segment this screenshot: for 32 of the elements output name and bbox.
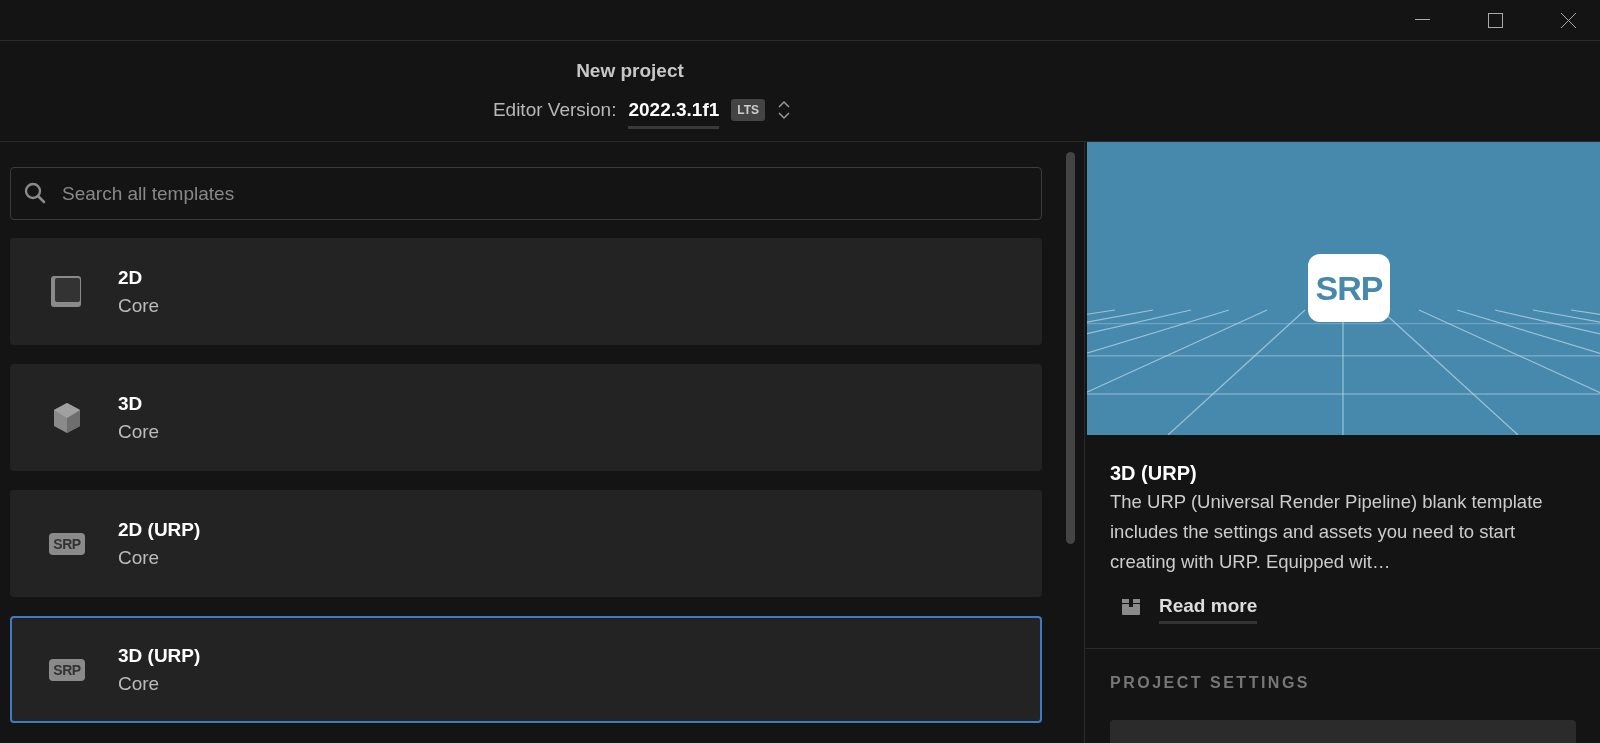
version-selector[interactable]: 2022.3.1f1 [628, 99, 720, 129]
close-button[interactable] [1561, 12, 1576, 28]
srp-badge: SRP [49, 532, 85, 555]
template-title: 3D (URP) [1110, 461, 1198, 486]
srp-logo: SRP [1308, 254, 1390, 322]
section-heading: PROJECT SETTINGS [1110, 674, 1312, 692]
template-category: Core [118, 294, 160, 317]
read-more-link[interactable]: Read more [1159, 595, 1258, 624]
template-category: Core [118, 546, 161, 569]
template-category: Core [118, 672, 161, 695]
page-title: New project [576, 59, 684, 83]
package-icon [1121, 597, 1141, 616]
chevron-updown-icon [777, 99, 792, 121]
template-name: 2D [118, 266, 144, 289]
cube-icon [52, 400, 82, 435]
square-icon [50, 274, 84, 309]
srp-badge: SRP [49, 658, 85, 681]
scrollbar-thumb[interactable] [1065, 152, 1075, 544]
template-name: 3D (URP) [118, 644, 201, 667]
search-field[interactable]: Search all templates [10, 167, 1042, 220]
template-category: Core [118, 420, 160, 443]
template-name: 3D [118, 392, 144, 415]
template-card[interactable]: 2D Core [10, 238, 1042, 345]
template-card[interactable]: 3D Core [10, 364, 1042, 471]
template-card[interactable]: SRP 3D (URP) Core [10, 616, 1042, 723]
template-description: The URP (Universal Render Pipeline) blank template includes the settings and assets you need to start creating with URP. Equipped wit… [1110, 490, 1544, 574]
version-label: Editor Version: [492, 99, 617, 121]
lts-badge: LTS [731, 99, 766, 121]
template-name: 2D (URP) [118, 518, 201, 541]
maximize-button[interactable] [1488, 12, 1503, 28]
search-icon [24, 182, 46, 204]
template-card[interactable]: SRP 2D (URP) Core [10, 490, 1042, 597]
